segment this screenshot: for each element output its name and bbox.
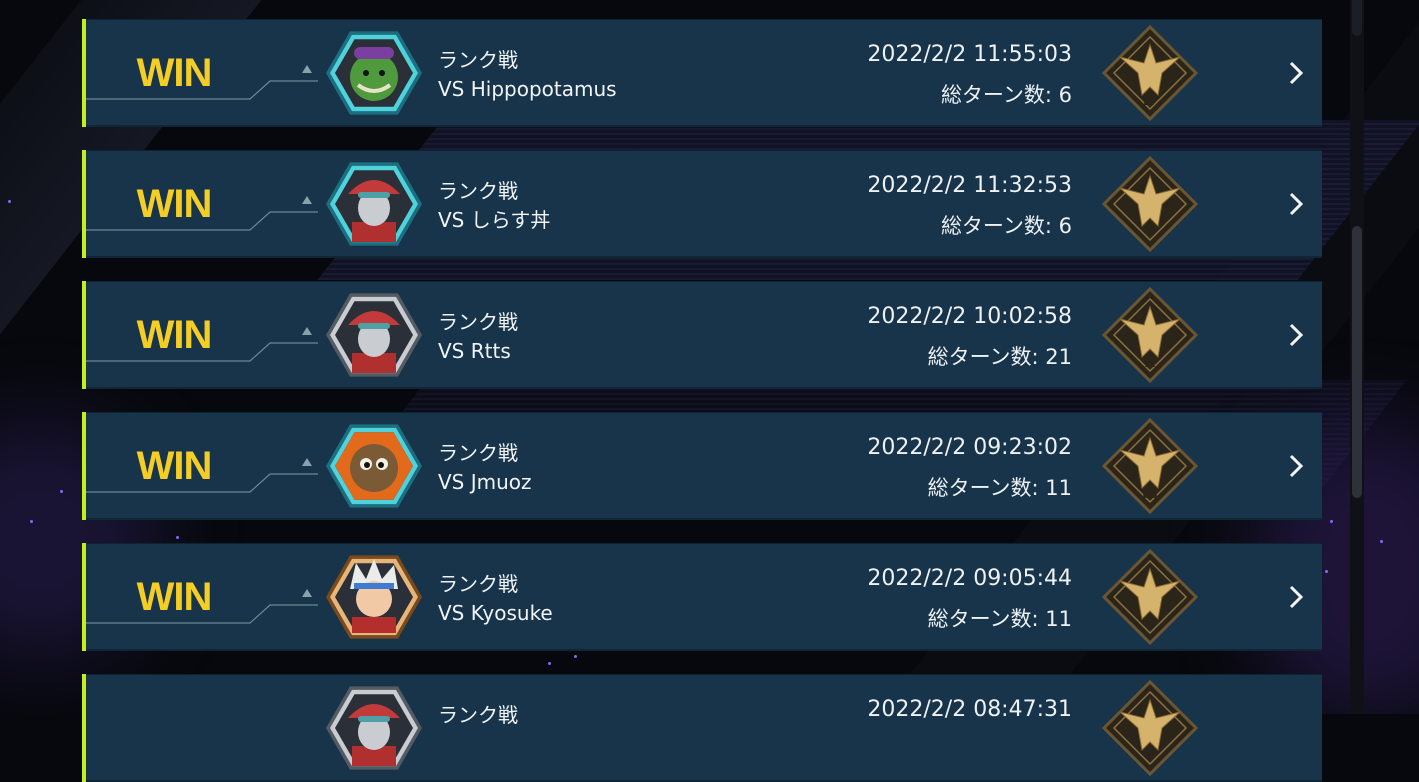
match-mode-label: ランク戦 bbox=[438, 48, 518, 72]
opponent-name: VS しらす丼 bbox=[438, 208, 551, 232]
decorative-connector-line bbox=[86, 211, 318, 231]
svg-text:II: II bbox=[1144, 356, 1156, 370]
red-cap-duelist-avatar-icon[interactable] bbox=[324, 287, 424, 383]
match-mode-label: ランク戦 bbox=[438, 441, 518, 465]
chevron-right-icon[interactable] bbox=[1282, 452, 1310, 480]
decorative-connector-line bbox=[86, 80, 318, 100]
chevron-right-icon[interactable] bbox=[1282, 59, 1310, 87]
scrollbar-thumb[interactable] bbox=[1352, 226, 1362, 498]
red-cap-duelist-avatar-icon[interactable] bbox=[324, 156, 424, 252]
match-history-row[interactable]: ランク戦 2022/2/2 08:47:31 bbox=[82, 674, 1322, 782]
decorative-connector-line bbox=[86, 342, 318, 362]
match-history-row[interactable]: WIN ランク戦 VS Kyosuke 2022/2/2 09:05:44 総タ… bbox=[82, 543, 1322, 651]
total-turns: 総ターン数: 6 bbox=[940, 214, 1072, 238]
connector-triangle-icon bbox=[302, 327, 312, 335]
total-turns: 総ターン数: 11 bbox=[927, 476, 1072, 500]
connector-triangle-icon bbox=[302, 458, 312, 466]
match-datetime: 2022/2/2 09:23:02 bbox=[867, 435, 1072, 460]
match-mode-label: ランク戦 bbox=[438, 572, 518, 596]
total-turns: 総ターン数: 6 bbox=[940, 83, 1072, 107]
opponent-name: VS Hippopotamus bbox=[438, 77, 617, 101]
match-datetime: 2022/2/2 11:32:53 bbox=[867, 173, 1072, 198]
kuriboh-avatar-icon[interactable] bbox=[324, 418, 424, 514]
decorative-connector-line bbox=[86, 473, 318, 493]
red-cap-duelist-avatar-icon[interactable] bbox=[324, 680, 424, 776]
chevron-right-icon[interactable] bbox=[1282, 321, 1310, 349]
match-history-row[interactable]: WIN ランク戦 VS Hippopotamus 2022/2/2 11:55:… bbox=[82, 19, 1322, 127]
match-mode-label: ランク戦 bbox=[438, 310, 518, 334]
match-mode-label: ランク戦 bbox=[438, 179, 518, 203]
chevron-right-icon[interactable] bbox=[1282, 190, 1310, 218]
rank-emblem-icon bbox=[1100, 678, 1200, 778]
match-datetime: 2022/2/2 10:02:58 bbox=[867, 304, 1072, 329]
rank-emblem-icon: V bbox=[1100, 154, 1200, 254]
svg-text:IV: IV bbox=[1143, 94, 1159, 108]
match-datetime: 2022/2/2 08:47:31 bbox=[867, 697, 1072, 722]
decorative-connector-line bbox=[86, 604, 318, 624]
connector-triangle-icon bbox=[302, 196, 312, 204]
rank-emblem-icon: III bbox=[1100, 416, 1200, 516]
rank-emblem-icon: II bbox=[1100, 285, 1200, 385]
opponent-name: VS Jmuoz bbox=[438, 470, 532, 494]
spiky-hair-duelist-avatar-icon[interactable] bbox=[324, 549, 424, 645]
svg-text:V: V bbox=[1144, 225, 1155, 239]
opponent-name: VS Rtts bbox=[438, 339, 511, 363]
match-datetime: 2022/2/2 09:05:44 bbox=[867, 566, 1072, 591]
chevron-right-icon[interactable] bbox=[1282, 583, 1310, 611]
rank-emblem-icon: V bbox=[1100, 547, 1200, 647]
connector-triangle-icon bbox=[302, 589, 312, 597]
match-datetime: 2022/2/2 11:55:03 bbox=[867, 42, 1072, 67]
match-history-row[interactable]: WIN ランク戦 VS Jmuoz 2022/2/2 09:23:02 総ターン… bbox=[82, 412, 1322, 520]
match-mode-label: ランク戦 bbox=[438, 703, 518, 727]
svg-text:V: V bbox=[1144, 618, 1155, 632]
opponent-name: VS Kyosuke bbox=[438, 601, 553, 625]
svg-text:III: III bbox=[1142, 487, 1159, 501]
match-history-row[interactable]: WIN ランク戦 VS しらす丼 2022/2/2 11:32:53 総ターン数… bbox=[82, 150, 1322, 258]
total-turns: 総ターン数: 11 bbox=[927, 607, 1072, 631]
scrollbar-cap bbox=[1352, 0, 1362, 36]
scrollbar-track[interactable] bbox=[1350, 0, 1364, 714]
match-history-row[interactable]: WIN ランク戦 VS Rtts 2022/2/2 10:02:58 総ターン数… bbox=[82, 281, 1322, 389]
total-turns: 総ターン数: 21 bbox=[927, 345, 1072, 369]
rank-emblem-icon: IV bbox=[1100, 23, 1200, 123]
goblin-avatar-icon[interactable] bbox=[324, 25, 424, 121]
connector-triangle-icon bbox=[302, 65, 312, 73]
